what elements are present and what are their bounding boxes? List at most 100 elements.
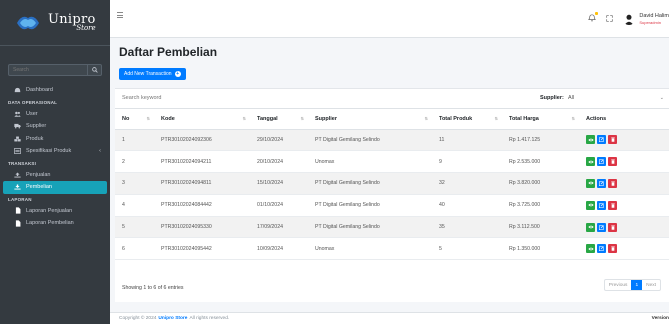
cell-tanggal: 17/09/2024 <box>250 216 308 239</box>
column-header-actions: Actions <box>579 109 669 130</box>
cell-supplier: Unomax <box>308 237 432 261</box>
view-button[interactable] <box>586 222 595 232</box>
eye-icon <box>587 160 594 164</box>
fullscreen-icon[interactable] <box>606 14 613 24</box>
eye-icon <box>587 247 594 251</box>
edit-button[interactable] <box>597 157 606 167</box>
delete-button[interactable] <box>608 244 617 254</box>
column-header-label: Actions <box>586 115 607 122</box>
footer-version: Version <box>651 316 669 321</box>
column-header-total-produk[interactable]: Total Produk ⇅ <box>432 109 502 130</box>
sidebar-section-header: TRANSAKSI <box>8 160 37 166</box>
pagination-previous[interactable]: Previous <box>605 280 632 290</box>
plus-icon: + <box>174 71 181 77</box>
sidebar-item-label: User <box>26 110 38 117</box>
trash-icon <box>610 159 615 164</box>
cell-supplier: PT Digital Gemilang Selindo <box>308 194 432 217</box>
sidebar-item-spesifikasi-produk[interactable]: Spesifikasi Produk ‹ <box>3 145 107 158</box>
edit-button[interactable] <box>597 135 606 145</box>
sidebar-item-pembelian[interactable]: Pembelian <box>3 181 107 194</box>
sidebar-item-supplier[interactable]: Supplier <box>3 120 107 133</box>
trash-icon <box>610 246 615 252</box>
cell-supplier: PT Digital Gemilang Selindo <box>308 129 432 152</box>
cell-no: 1 <box>115 129 154 152</box>
sidebar-item-label: Supplier <box>26 123 47 130</box>
footer-rights: All rights reserved. <box>189 316 230 321</box>
add-transaction-button[interactable]: Add New Transaction + <box>119 68 186 80</box>
column-header-label: No <box>122 115 130 122</box>
view-button[interactable] <box>586 157 595 167</box>
users-icon <box>14 111 21 117</box>
view-button[interactable] <box>586 135 595 145</box>
sidebar-item-laporan-pembelian[interactable]: Laporan Pembelian <box>3 217 107 230</box>
delete-button[interactable] <box>608 135 617 145</box>
sidebar-item-label: Dashboard <box>26 87 53 94</box>
cell-no: 5 <box>115 216 154 239</box>
table-search-input[interactable] <box>122 95 282 101</box>
cell-no: 3 <box>115 172 154 195</box>
cell-actions <box>579 172 669 195</box>
cell-total-produk: 35 <box>432 216 502 239</box>
sidebar-search-input[interactable] <box>9 65 87 75</box>
edit-button[interactable] <box>597 200 606 210</box>
topbar: David Halim Superadmin <box>110 0 669 38</box>
edit-icon <box>599 181 604 186</box>
column-header-supplier[interactable]: Supplier ⇅ <box>308 109 432 130</box>
column-header-no[interactable]: No ⇅ <box>115 109 154 130</box>
user-role: Superadmin <box>639 19 661 25</box>
column-header-kode[interactable]: Kode ⇅ <box>154 109 250 130</box>
delete-button[interactable] <box>608 200 617 210</box>
cell-tanggal: 10/09/2024 <box>250 237 308 261</box>
cell-kode: PTR30102024095442 <box>154 237 250 261</box>
delete-button[interactable] <box>608 157 617 167</box>
sidebar-item-penjualan[interactable]: Penjualan <box>3 169 107 182</box>
edit-icon <box>599 159 604 165</box>
pagination: Previous 1 Next <box>603 279 661 291</box>
view-button[interactable] <box>586 200 595 210</box>
edit-button[interactable] <box>597 222 606 232</box>
view-button[interactable] <box>586 244 595 254</box>
sidebar-search-button[interactable] <box>87 65 101 75</box>
user-name: David Halim <box>639 13 669 20</box>
pagination-next[interactable]: Next <box>642 280 660 290</box>
table-row: 2 PTR30102024094211 20/10/2024 Unomax 9 Rp 2.… <box>115 150 669 174</box>
sidebar-item-dashboard[interactable]: Dashboard <box>3 84 107 97</box>
column-header-tanggal[interactable]: Tanggal ⇅ <box>250 109 308 130</box>
edit-button[interactable] <box>597 244 606 254</box>
menu-toggle-icon[interactable] <box>117 12 123 20</box>
sort-icon: ⇅ <box>242 116 246 121</box>
trash-icon <box>610 203 615 208</box>
user-avatar[interactable] <box>623 13 636 25</box>
table-row: 5 PTR30102024095330 17/09/2024 PT Digital G… <box>115 216 669 239</box>
search-icon <box>91 67 98 73</box>
edit-button[interactable] <box>597 178 606 188</box>
supplier-filter-select[interactable]: All ⌄ <box>563 92 667 104</box>
sidebar-item-laporan-penjualan[interactable]: Laporan Penjualan <box>3 205 107 218</box>
delete-button[interactable] <box>608 222 617 232</box>
brand-logo-icon <box>14 12 42 34</box>
cell-kode: PTR30102024095330 <box>154 216 250 239</box>
footer-brand-link[interactable]: Unipro Store <box>158 316 187 321</box>
column-header-total-harga[interactable]: Total Harga ⇅ <box>502 109 579 130</box>
user-info[interactable]: David Halim Superadmin <box>639 13 669 24</box>
cell-total-harga: Rp 3.112.500 <box>502 216 579 239</box>
cell-tanggal: 29/10/2024 <box>250 129 308 152</box>
cell-supplier: Unomax <box>308 150 432 174</box>
sidebar-item-produk[interactable]: Produk <box>3 133 107 146</box>
table-row: 1 PTR30102024092306 29/10/2024 PT Digital G… <box>115 129 669 152</box>
notification-bell-icon[interactable] <box>588 12 599 24</box>
download-icon <box>14 184 21 190</box>
view-button[interactable] <box>586 178 595 188</box>
supplier-filter-label: Supplier: <box>540 95 564 101</box>
pagination-page-1[interactable]: 1 <box>631 280 643 290</box>
sort-icon: ⇅ <box>300 116 304 121</box>
cell-no: 6 <box>115 237 154 261</box>
sidebar-item-user[interactable]: User <box>3 108 107 121</box>
column-header-label: Kode <box>161 115 175 122</box>
brand[interactable]: Unipro Store <box>0 0 110 46</box>
entries-info: Showing 1 to 6 of 6 entries <box>122 285 184 291</box>
eye-icon <box>587 182 594 185</box>
cell-total-harga: Rp 3.820.000 <box>502 172 579 195</box>
delete-button[interactable] <box>608 178 617 188</box>
cell-total-harga: Rp 3.725.000 <box>502 194 579 217</box>
